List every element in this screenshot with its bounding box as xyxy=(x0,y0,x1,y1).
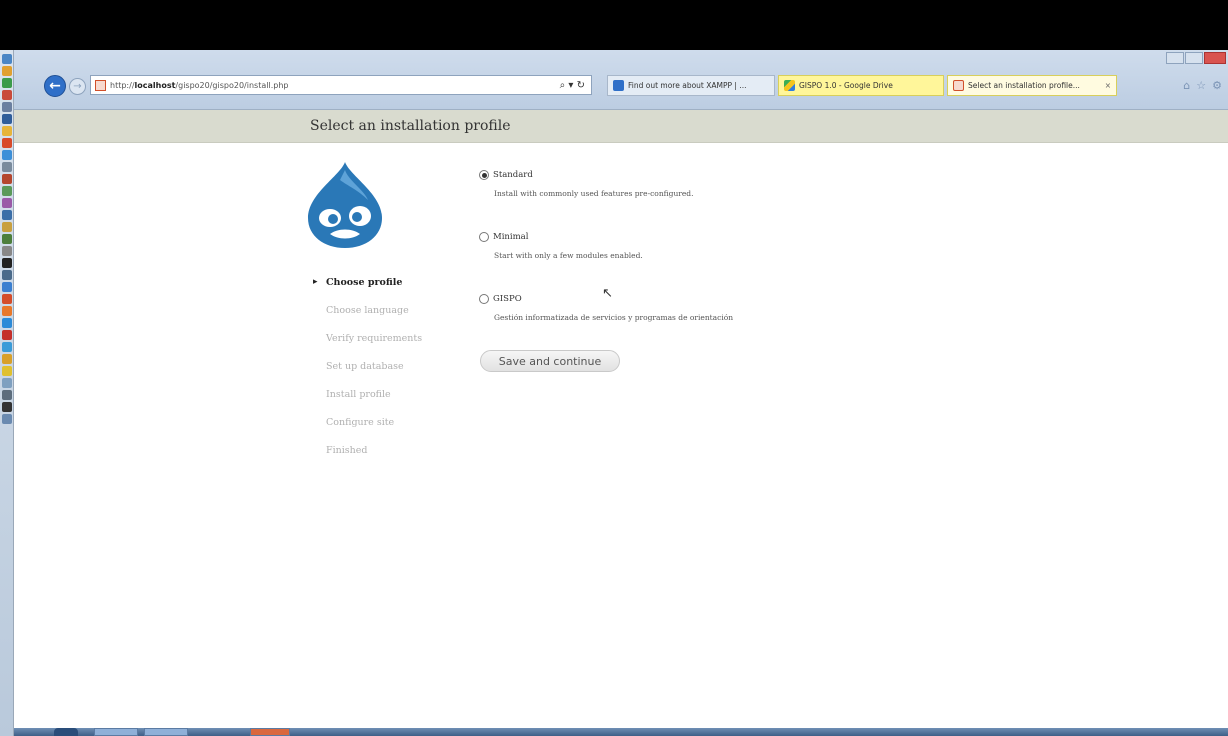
start-button[interactable] xyxy=(54,728,78,736)
home-icon[interactable]: ⌂ xyxy=(1183,79,1190,92)
profile-label[interactable]: Standard xyxy=(493,170,533,180)
launcher-app-icon[interactable] xyxy=(1,234,12,244)
task-set-up-database: Set up database xyxy=(326,361,404,372)
tab-xampp[interactable]: Find out more about XAMPP | ... xyxy=(607,75,775,96)
launcher-app-icon[interactable] xyxy=(1,282,12,292)
profile-option-standard[interactable]: Standard Install with commonly used feat… xyxy=(479,170,733,232)
launcher-app-icon[interactable] xyxy=(1,390,12,400)
task-choose-profile: Choose profile xyxy=(312,277,422,305)
launcher-app-icon[interactable] xyxy=(1,150,12,160)
forward-arrow-icon[interactable]: → xyxy=(69,78,86,95)
tab-label: Select an installation profile... xyxy=(968,81,1080,90)
google-drive-icon xyxy=(784,80,795,91)
favorites-star-icon[interactable]: ☆ xyxy=(1196,79,1206,92)
os-taskbar xyxy=(14,728,1228,736)
profile-description: Start with only a few modules enabled. xyxy=(494,251,643,260)
save-and-continue-button[interactable]: Save and continue xyxy=(480,350,620,372)
launcher-app-icon[interactable] xyxy=(1,354,12,364)
launcher-app-icon[interactable] xyxy=(1,210,12,220)
page-favicon-icon xyxy=(95,79,106,91)
launcher-app-icon[interactable] xyxy=(1,294,12,304)
settings-gear-icon[interactable]: ⚙ xyxy=(1212,79,1222,92)
tab-install-profile[interactable]: Select an installation profile... × xyxy=(947,75,1117,96)
address-bar[interactable]: http://localhost/gispo20/gispo20/install… xyxy=(90,75,592,95)
profile-label[interactable]: Minimal xyxy=(493,232,528,242)
tab-label: Find out more about XAMPP | ... xyxy=(628,81,747,90)
letterbox-top xyxy=(0,0,1228,50)
launcher-app-icon[interactable] xyxy=(1,114,12,124)
back-arrow-icon[interactable]: ← xyxy=(44,75,66,97)
launcher-app-icon[interactable] xyxy=(1,138,12,148)
page-header: Select an installation profile xyxy=(14,110,1228,143)
launcher-app-icon[interactable] xyxy=(1,198,12,208)
maximize-icon[interactable] xyxy=(1185,52,1203,64)
mouse-cursor-icon: ↖ xyxy=(602,286,613,301)
tab-label: GISPO 1.0 - Google Drive xyxy=(799,81,893,90)
launcher-app-icon[interactable] xyxy=(1,330,12,340)
search-refresh-icon[interactable]: ⌕ ▾ ↻ xyxy=(560,80,585,91)
tab-google-drive[interactable]: GISPO 1.0 - Google Drive xyxy=(778,75,944,96)
launcher-app-icon[interactable] xyxy=(1,174,12,184)
window-controls xyxy=(1166,52,1226,64)
radio-gispo[interactable] xyxy=(479,294,489,304)
browser-toolbar: ← → http://localhost/gispo20/gispo20/ins… xyxy=(14,50,1228,110)
minimize-icon[interactable] xyxy=(1166,52,1184,64)
launcher-app-icon[interactable] xyxy=(1,414,12,424)
radio-standard[interactable] xyxy=(479,170,489,180)
launcher-app-icon[interactable] xyxy=(1,78,12,88)
launcher-app-icon[interactable] xyxy=(1,102,12,112)
launcher-app-icon[interactable] xyxy=(1,54,12,64)
launcher-app-icon[interactable] xyxy=(1,258,12,268)
task-finished: Finished xyxy=(326,445,368,456)
profile-option-minimal[interactable]: Minimal Start with only a few modules en… xyxy=(479,232,733,294)
task-configure-site: Configure site xyxy=(326,417,395,428)
launcher-app-icon[interactable] xyxy=(1,186,12,196)
profile-description: Install with commonly used features pre-… xyxy=(494,189,694,198)
task-verify-requirements: Verify requirements xyxy=(326,333,423,344)
radio-minimal[interactable] xyxy=(479,232,489,242)
taskbar-item[interactable] xyxy=(250,728,290,736)
profile-option-gispo[interactable]: GISPO Gestión informatizada de servicios… xyxy=(479,294,733,356)
launcher-app-icon[interactable] xyxy=(1,270,12,280)
close-window-icon[interactable] xyxy=(1204,52,1226,64)
profile-description: Gestión informatizada de servicios y pro… xyxy=(494,313,734,322)
drupal-logo xyxy=(308,162,382,248)
launcher-app-icon[interactable] xyxy=(1,342,12,352)
page-title: Select an installation profile xyxy=(310,118,511,134)
profile-options: Standard Install with commonly used feat… xyxy=(479,170,733,356)
launcher-app-icon[interactable] xyxy=(1,246,12,256)
launcher-app-icon[interactable] xyxy=(1,366,12,376)
launcher-app-icon[interactable] xyxy=(1,162,12,172)
task-choose-language: Choose language xyxy=(326,305,409,316)
browser-window: ← → http://localhost/gispo20/gispo20/ins… xyxy=(14,50,1228,730)
xampp-tab-icon xyxy=(613,80,624,91)
page-favicon-icon xyxy=(953,80,964,91)
browser-right-icons: ⌂ ☆ ⚙ xyxy=(1183,79,1222,92)
launcher-app-icon[interactable] xyxy=(1,126,12,136)
profile-label[interactable]: GISPO xyxy=(493,294,522,304)
taskbar-item[interactable] xyxy=(144,728,188,736)
launcher-app-icon[interactable] xyxy=(1,66,12,76)
launcher-app-icon[interactable] xyxy=(1,402,12,412)
tab-close-icon[interactable]: × xyxy=(1101,81,1111,90)
task-install-profile: Install profile xyxy=(326,389,391,400)
launcher-app-icon[interactable] xyxy=(1,306,12,316)
launcher-app-icon[interactable] xyxy=(1,222,12,232)
taskbar-item[interactable] xyxy=(94,728,138,736)
url-text: http://localhost/gispo20/gispo20/install… xyxy=(110,80,289,90)
launcher-app-icon[interactable] xyxy=(1,90,12,100)
launcher-app-icon[interactable] xyxy=(1,318,12,328)
installation-task-list: Choose profile Choose language Verify re… xyxy=(312,277,422,473)
launcher-app-icon[interactable] xyxy=(1,378,12,388)
launcher-bar xyxy=(0,50,14,736)
